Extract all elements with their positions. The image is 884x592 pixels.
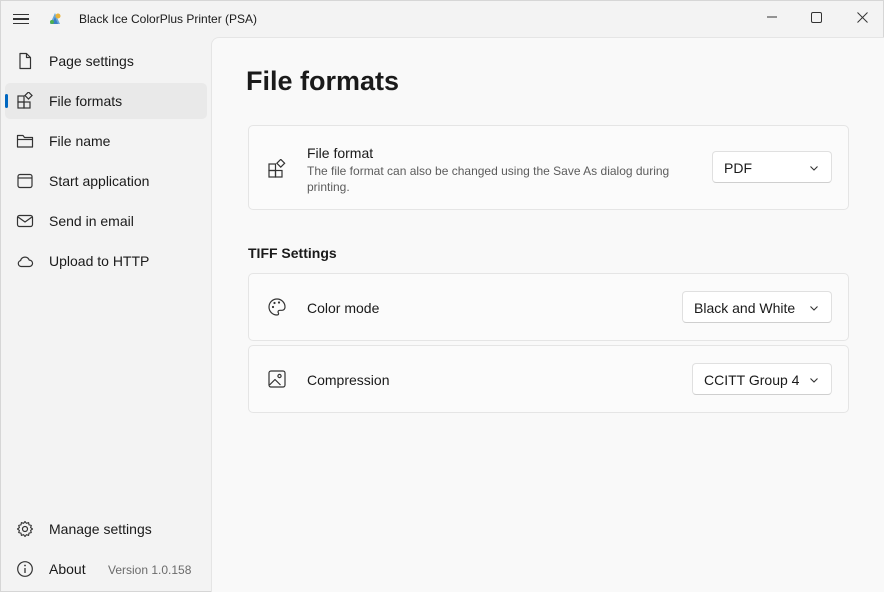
image-icon	[268, 370, 286, 388]
sidebar-item-send-in-email[interactable]: Send in email	[5, 203, 207, 239]
sidebar-item-label: Manage settings	[49, 521, 152, 537]
info-icon	[17, 561, 33, 577]
folder-icon	[16, 134, 34, 148]
sidebar-item-file-formats[interactable]: File formats	[5, 83, 207, 119]
sidebar-item-label: File name	[49, 133, 111, 149]
sidebar-item-label: Start application	[49, 173, 150, 189]
chevron-down-icon	[810, 306, 818, 311]
sidebar-item-manage-settings[interactable]: Manage settings	[5, 511, 207, 547]
color-mode-card: Color mode Black and White	[248, 273, 849, 341]
file-format-description: The file format can also be changed usin…	[307, 164, 670, 194]
compression-card: Compression CCITT Group 4	[248, 345, 849, 413]
color-mode-dropdown[interactable]: Black and White	[682, 291, 832, 323]
file-format-dropdown[interactable]: PDF	[712, 151, 832, 183]
sidebar: Page settings File formats File name Sta…	[1, 37, 211, 592]
sidebar-item-page-settings[interactable]: Page settings	[5, 43, 207, 79]
title-bar: Black Ice ColorPlus Printer (PSA)	[1, 1, 884, 37]
tiff-settings-header: TIFF Settings	[248, 245, 337, 261]
color-mode-value: Black and White	[694, 300, 796, 316]
app-window: Black Ice ColorPlus Printer (PSA) Page s…	[0, 0, 884, 592]
sidebar-item-label: Page settings	[49, 53, 134, 69]
version-label: Version 1.0.158	[108, 563, 192, 577]
sidebar-item-start-application[interactable]: Start application	[5, 163, 207, 199]
sidebar-item-about[interactable]: About Version 1.0.158	[5, 551, 207, 587]
palette-icon	[268, 298, 286, 316]
gear-icon	[16, 520, 34, 538]
application-window-icon	[17, 173, 33, 189]
page-title: File formats	[246, 66, 400, 96]
window-title: Black Ice ColorPlus Printer (PSA)	[79, 12, 258, 26]
sidebar-item-label: About	[49, 561, 86, 577]
minimize-button[interactable]	[749, 1, 795, 33]
sidebar-item-label: File formats	[49, 93, 123, 109]
mail-icon	[16, 214, 34, 228]
color-mode-title: Color mode	[307, 300, 380, 316]
file-format-value: PDF	[724, 160, 752, 176]
file-format-card: File format The file format can also be …	[248, 125, 849, 210]
app-logo-icon	[47, 11, 63, 27]
cloud-icon	[17, 256, 34, 268]
file-format-title: File format	[307, 145, 374, 161]
maximize-button[interactable]	[793, 1, 839, 33]
minimize-icon	[767, 16, 777, 18]
compression-value: CCITT Group 4	[704, 372, 800, 388]
main-content: File formats File format The file format…	[211, 37, 884, 592]
chevron-down-icon	[810, 166, 818, 171]
compression-dropdown[interactable]: CCITT Group 4	[692, 363, 832, 395]
file-formats-icon	[268, 159, 286, 178]
compression-title: Compression	[307, 372, 390, 388]
close-icon	[856, 11, 868, 23]
sidebar-item-file-name[interactable]: File name	[5, 123, 207, 159]
maximize-icon	[810, 11, 822, 23]
sidebar-item-label: Upload to HTTP	[49, 253, 150, 269]
file-formats-icon	[17, 92, 33, 109]
chevron-down-icon	[810, 378, 818, 383]
close-button[interactable]	[839, 1, 884, 33]
sidebar-item-upload-to-http[interactable]: Upload to HTTP	[5, 243, 207, 279]
hamburger-menu-icon[interactable]	[13, 10, 31, 28]
page-icon	[19, 52, 32, 70]
sidebar-item-label: Send in email	[49, 213, 134, 229]
